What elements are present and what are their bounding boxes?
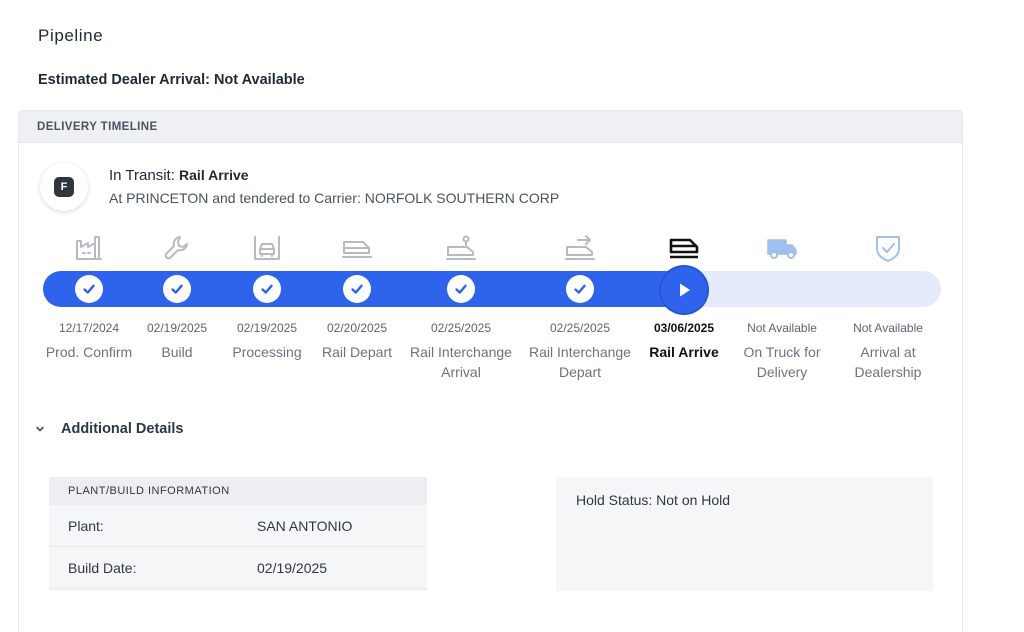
plant-row: Plant: SAN ANTONIO (49, 505, 427, 547)
plant-value: SAN ANTONIO (257, 517, 353, 534)
stage-label: On Truck for Delivery (743, 344, 821, 380)
truck-icon (766, 232, 798, 264)
check-icon (447, 275, 475, 303)
wrench-icon (161, 232, 193, 264)
factory-icon (73, 232, 105, 264)
check-icon (75, 275, 103, 303)
check-icon (253, 275, 281, 303)
build-date-row: Build Date: 02/19/2025 (49, 547, 427, 589)
additional-details-toggle[interactable]: Additional Details (33, 421, 183, 437)
train-interchange-depart-icon (564, 232, 596, 264)
stage-date: Not Available (747, 321, 817, 335)
plant-build-header: PLANT/BUILD INFORMATION (49, 477, 427, 505)
check-icon (163, 275, 191, 303)
stage-date: 02/25/2025 (430, 321, 492, 335)
stage-date: Not Available (853, 321, 923, 335)
stage-label: Rail Interchange Depart (529, 344, 631, 380)
play-icon (661, 267, 707, 313)
stage-date: 02/25/2025 (549, 321, 611, 335)
build-date-value: 02/19/2025 (257, 559, 328, 576)
brand-avatar: F (40, 163, 88, 211)
stage-label: Rail Depart (321, 344, 393, 360)
train-arrive-icon (668, 232, 700, 264)
brand-letter: F (54, 177, 74, 197)
status-title: In Transit: Rail Arrive (109, 167, 249, 184)
plant-label: Plant: (68, 517, 104, 534)
chevron-down-icon (36, 426, 44, 432)
plant-build-info: PLANT/BUILD INFORMATION Plant: SAN ANTON… (49, 477, 427, 591)
estimated-arrival-text: Estimated Dealer Arrival: Not Available (38, 72, 305, 88)
stage-date: 02/20/2025 (326, 321, 388, 335)
delivery-timeline-card: DELIVERY TIMELINE F In Transit: Rail Arr… (18, 110, 963, 632)
build-date-label: Build Date: (68, 559, 137, 576)
page-title: Pipeline (38, 26, 104, 45)
delivery-timeline-header: DELIVERY TIMELINE (19, 111, 962, 143)
shield-check-icon (872, 232, 904, 264)
train-interchange-arrival-icon (445, 232, 477, 264)
check-icon (566, 275, 594, 303)
status-detail: At PRINCETON and tendered to Carrier: NO… (109, 190, 560, 206)
hold-status-text: Hold Status: Not on Hold (576, 492, 731, 508)
status-prefix: In Transit: (109, 167, 175, 184)
car-processing-icon (251, 232, 283, 264)
stage-label: Rail Interchange Arrival (410, 344, 512, 380)
status-value: Rail Arrive (179, 167, 249, 183)
hold-status-box: Hold Status: Not on Hold (556, 477, 933, 591)
train-icon (341, 232, 373, 264)
stage-label: Arrival at Dealership (854, 344, 922, 380)
check-icon (343, 275, 371, 303)
additional-details-label: Additional Details (61, 421, 184, 437)
